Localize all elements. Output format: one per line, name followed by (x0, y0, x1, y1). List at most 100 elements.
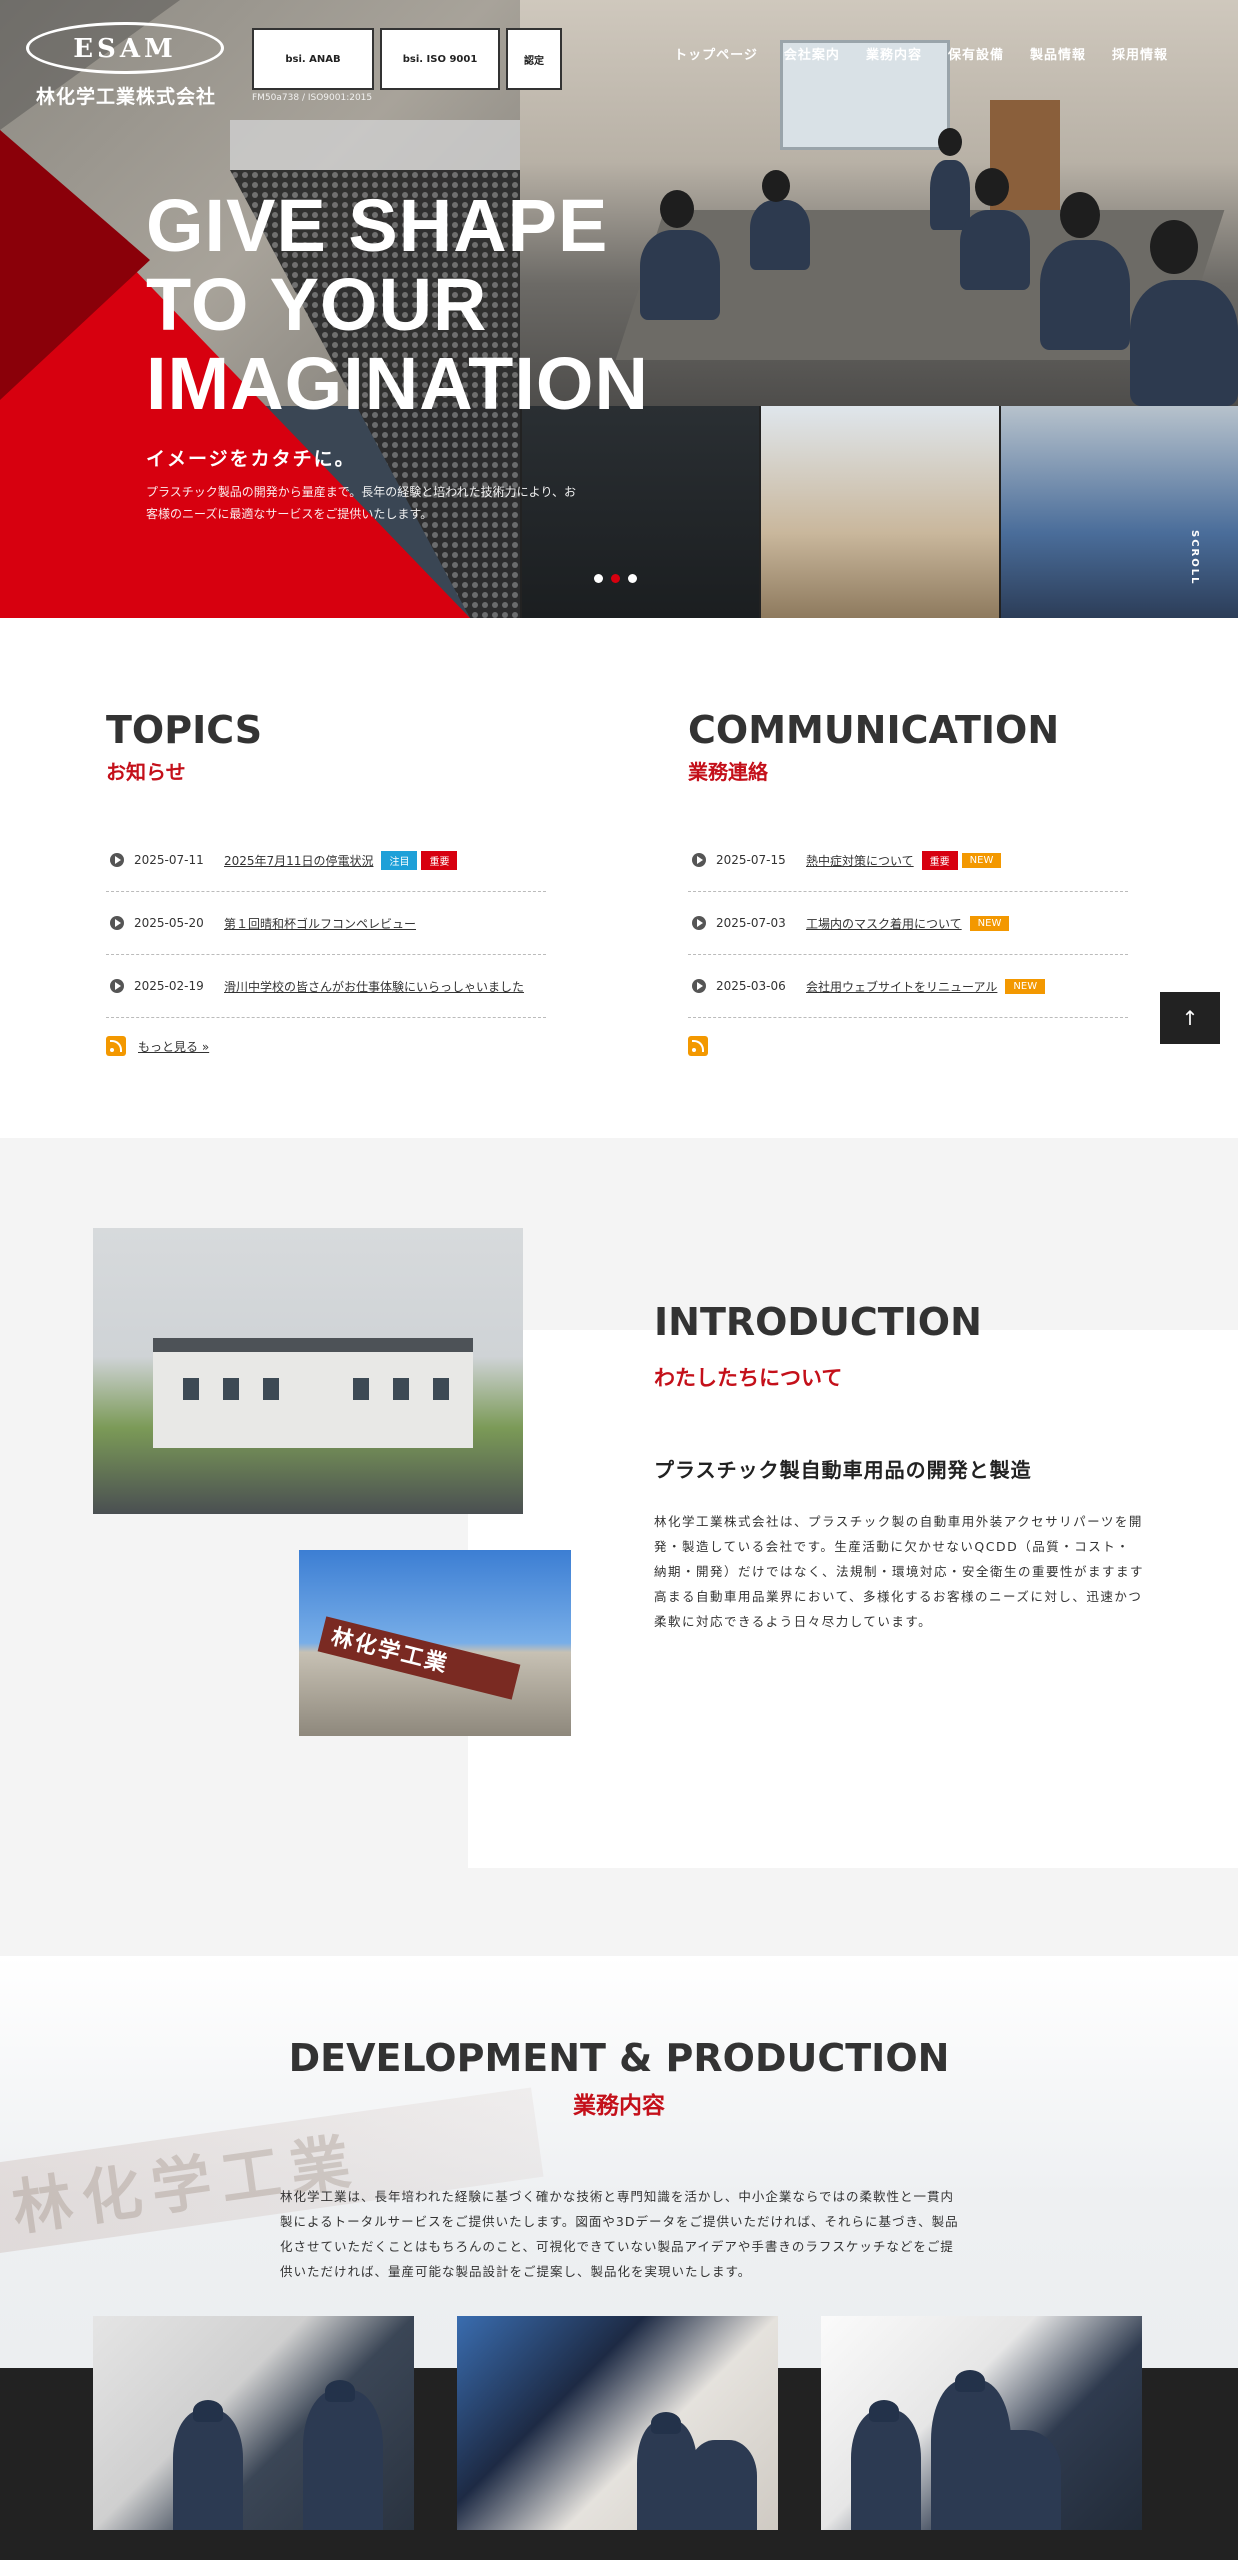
dev-photo-molding[interactable] (457, 2316, 778, 2530)
play-arrow-icon (110, 979, 124, 993)
building (153, 1338, 473, 1448)
dev-photo-machining[interactable] (93, 2316, 414, 2530)
news-badge: 注目 (381, 850, 418, 870)
news-date: 2025-07-11 (134, 853, 204, 867)
news-title-link[interactable]: 滑川中学校の皆さんがお仕事体験にいらっしゃいました (224, 978, 524, 995)
news-badge: NEW (1005, 978, 1046, 994)
intro-body: 林化学工業株式会社は、プラスチック製の自動車用外装アクセサリパーツを開発・製造し… (654, 1514, 1145, 1629)
attendee (1130, 280, 1238, 406)
attendee-head (1150, 220, 1198, 274)
nav-recruit[interactable]: 採用情報 (1112, 44, 1168, 63)
news-item[interactable]: 2025-03-06 会社用ウェブサイトをリニューアル NEW (688, 955, 1128, 1018)
window (263, 1378, 279, 1400)
topics-title-en: TOPICS (106, 708, 263, 752)
site-header: ESAM 林化学工業株式会社 bsi. ANAB bsi. ISO 9001 認… (0, 0, 1238, 120)
play-arrow-icon (110, 853, 124, 867)
topics-title-ja: お知らせ (106, 760, 186, 784)
certification-badges: bsi. ANAB bsi. ISO 9001 認定 (252, 28, 562, 90)
news-title-link[interactable]: 第１回晴和杯ゴルフコンペレビュー (224, 915, 416, 932)
global-nav: トップページ 会社案内 業務内容 保有設備 製品情報 採用情報 (674, 44, 1168, 63)
play-arrow-icon (692, 979, 706, 993)
company-logo[interactable]: ESAM 林化学工業株式会社 (26, 22, 226, 112)
scroll-indicator[interactable]: SCROLL (1189, 530, 1200, 586)
news-title-link[interactable]: 2025年7月11日の停電状況 (224, 852, 373, 869)
intro-title-ja: わたしたちについて (654, 1366, 843, 1390)
play-arrow-icon (110, 916, 124, 930)
news-item[interactable]: 2025-07-03 工場内のマスク着用について NEW (688, 892, 1128, 955)
worker (687, 2440, 757, 2530)
hero-title: GIVE SHAPE TO YOUR IMAGINATION (146, 184, 649, 426)
hero-subtitle: イメージをカタチに。 (146, 447, 356, 470)
nav-company[interactable]: 会社案内 (784, 44, 840, 63)
communication-title-en: COMMUNICATION (688, 708, 1060, 752)
worker (851, 2410, 921, 2530)
slider-dots (594, 574, 637, 583)
news-title-link[interactable]: 熱中症対策について (806, 852, 914, 869)
news-date: 2025-05-20 (134, 916, 204, 930)
introduction-section: 林化学工業 INTRODUCTION わたしたちについて プラスチック製自動車用… (0, 1138, 1238, 1956)
worker-cap (955, 2370, 985, 2392)
presenter (930, 160, 970, 230)
attendee-head (1060, 192, 1100, 238)
news-title-link[interactable]: 工場内のマスク着用について (806, 915, 962, 932)
communication-footer (688, 1036, 1128, 1056)
company-sign: 林化学工業 (317, 1616, 521, 1700)
news-date: 2025-07-03 (716, 916, 786, 930)
nav-top[interactable]: トップページ (674, 44, 758, 63)
dev-title-ja: 業務内容 (573, 2093, 665, 2119)
window (433, 1378, 449, 1400)
intro-text: INTRODUCTION わたしたちについて プラスチック製自動車用品の開発と製… (654, 1300, 1144, 1634)
dev-photo-cards (93, 2316, 1142, 2530)
slider-dot-3[interactable] (628, 574, 637, 583)
topics-list: 2025-07-11 2025年7月11日の停電状況 注目 重要 2025-05-20 第… (106, 829, 546, 1018)
cert-label: bsi. ANAB (285, 53, 341, 65)
window (223, 1378, 239, 1400)
dev-title-en: DEVELOPMENT & PRODUCTION (288, 2036, 950, 2080)
nav-business[interactable]: 業務内容 (866, 44, 922, 63)
news-item[interactable]: 2025-02-19 滑川中学校の皆さんがお仕事体験にいらっしゃいました (106, 955, 546, 1018)
cert-label: 認定 (524, 55, 544, 67)
rss-icon[interactable] (688, 1036, 708, 1056)
news-badge: NEW (969, 915, 1010, 931)
nav-products[interactable]: 製品情報 (1030, 44, 1086, 63)
dev-heading: DEVELOPMENT & PRODUCTION 業務内容 (0, 2036, 1238, 2120)
communication-title-ja: 業務連絡 (688, 760, 768, 784)
hero-copy: GIVE SHAPE TO YOUR IMAGINATION イメージをカタチに… (146, 186, 649, 526)
news-date: 2025-02-19 (134, 979, 204, 993)
news-date: 2025-07-15 (716, 853, 786, 867)
news-item[interactable]: 2025-07-15 熱中症対策について 重要 NEW (688, 829, 1128, 892)
cert-badge-nintei: 認定 (506, 28, 562, 90)
dev-photo-inspection[interactable] (821, 2316, 1142, 2530)
news-badge: 重要 (421, 850, 458, 870)
cert-caption: FM50a738 / ISO9001:2015 (252, 93, 373, 103)
topics-footer: もっと見る » (106, 1036, 546, 1056)
play-arrow-icon (692, 853, 706, 867)
factory-building-photo (93, 1228, 523, 1514)
worker (971, 2430, 1061, 2530)
news-badge: 重要 (921, 850, 958, 870)
window (183, 1378, 199, 1400)
company-sign-photo: 林化学工業 (299, 1550, 571, 1736)
nav-equipment[interactable]: 保有設備 (948, 44, 1004, 63)
hero-lead: プラスチック製品の開発から量産まで。長年の経験と培われた技術力により、お客様のニ… (146, 484, 576, 522)
hero-warehouse-photo (759, 406, 999, 618)
cert-badge-iso9001: bsi. ISO 9001 (380, 28, 500, 90)
attendee-head (660, 190, 694, 228)
news-item[interactable]: 2025-07-11 2025年7月11日の停電状況 注目 重要 (106, 829, 546, 892)
intro-title-en: INTRODUCTION (654, 1300, 982, 1344)
logo-mark: ESAM (73, 34, 177, 64)
communication-column: COMMUNICATION 業務連絡 2025-07-15 熱中症対策について 重要… (688, 708, 1128, 1056)
news-item[interactable]: 2025-05-20 第１回晴和杯ゴルフコンペレビュー (106, 892, 546, 955)
slider-dot-1[interactable] (594, 574, 603, 583)
attendee (640, 230, 720, 320)
cert-label: bsi. ISO 9001 (402, 53, 478, 65)
rss-icon[interactable] (106, 1036, 126, 1056)
attendee (750, 200, 810, 270)
slider-dot-2[interactable] (611, 574, 620, 583)
back-to-top-button[interactable]: ↑ (1160, 992, 1220, 1044)
topics-more-link[interactable]: もっと見る » (138, 1038, 209, 1055)
attendee-head (762, 170, 790, 202)
news-badge: NEW (961, 852, 1002, 868)
play-arrow-icon (692, 916, 706, 930)
news-title-link[interactable]: 会社用ウェブサイトをリニューアル (806, 978, 997, 995)
